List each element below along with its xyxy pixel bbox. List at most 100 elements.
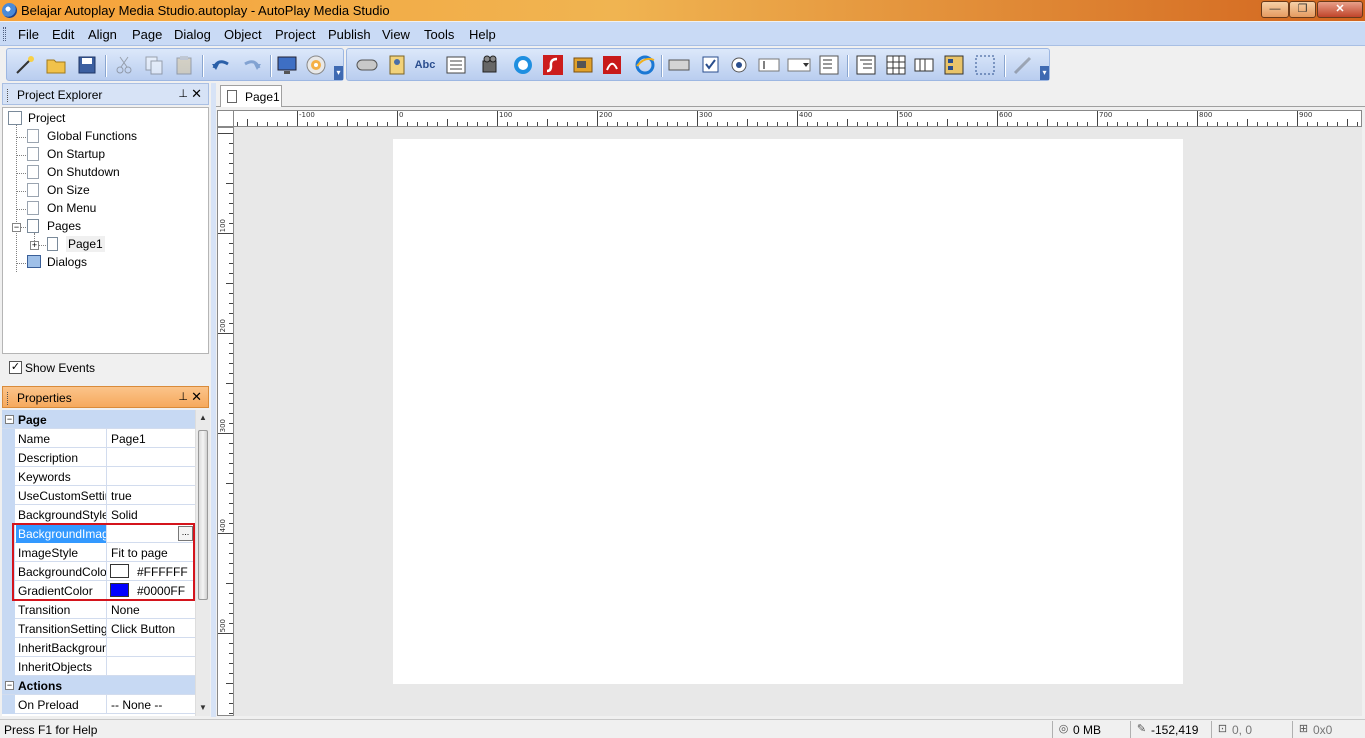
- progress-object-icon[interactable]: [912, 53, 936, 77]
- menu-object[interactable]: Object: [224, 27, 262, 42]
- menu-edit[interactable]: Edit: [52, 27, 74, 42]
- property-row-background-style[interactable]: BackgroundStyle Solid: [2, 505, 195, 524]
- scroll-thumb[interactable]: [198, 430, 208, 600]
- new-project-icon[interactable]: [13, 53, 37, 77]
- grid-object-icon[interactable]: [884, 53, 908, 77]
- ruler-tick: [229, 313, 233, 314]
- scroll-up-arrow-icon[interactable]: ▲: [196, 410, 210, 426]
- redo-icon[interactable]: [240, 53, 264, 77]
- property-row-name[interactable]: Name Page1: [2, 429, 195, 448]
- label-object-icon[interactable]: [385, 53, 409, 77]
- web-object-icon[interactable]: [633, 53, 657, 77]
- menu-publish[interactable]: Publish: [328, 27, 371, 42]
- property-row-inherit-objects[interactable]: InheritObjects: [2, 657, 195, 676]
- slideshow-object-icon[interactable]: [571, 53, 595, 77]
- button-object-icon[interactable]: [355, 53, 379, 77]
- cut-icon[interactable]: [112, 53, 136, 77]
- ruler-tick: [1287, 122, 1288, 126]
- paragraph-object-icon[interactable]: [444, 53, 468, 77]
- ruler-tick: [597, 111, 598, 126]
- tree-object-icon[interactable]: [854, 53, 878, 77]
- collapse-category-toggle[interactable]: −: [5, 681, 14, 690]
- tab-page1[interactable]: Page1: [220, 85, 282, 107]
- collapse-pages-toggle[interactable]: −: [12, 223, 21, 232]
- properties-header: Properties ⊥ ✕: [2, 386, 209, 408]
- ruler-tick: [229, 413, 233, 414]
- ruler-tick: [1127, 122, 1128, 126]
- category-page[interactable]: − Page: [2, 410, 195, 429]
- property-row-description[interactable]: Description: [2, 448, 195, 467]
- menu-file[interactable]: File: [18, 27, 39, 42]
- ruler-tick: [229, 423, 233, 424]
- color-swatch[interactable]: [110, 564, 129, 578]
- property-row-on-preload[interactable]: On Preload -- None --: [2, 695, 195, 714]
- expand-page1-toggle[interactable]: +: [30, 241, 39, 250]
- plugin-object-icon[interactable]: [1011, 53, 1035, 77]
- ruler-tick: [727, 122, 728, 126]
- radiobutton-object-icon[interactable]: [727, 53, 751, 77]
- paste-icon[interactable]: [172, 53, 196, 77]
- page-surface[interactable]: [393, 139, 1183, 684]
- copy-icon[interactable]: [142, 53, 166, 77]
- text-input-object-icon[interactable]: [757, 53, 781, 77]
- text-object-icon[interactable]: Abc: [413, 53, 437, 77]
- menu-page[interactable]: Page: [132, 27, 162, 42]
- property-row-keywords[interactable]: Keywords: [2, 467, 195, 486]
- ruler-tick: [229, 393, 233, 394]
- ruler-label: 300: [699, 111, 713, 119]
- close-panel-icon[interactable]: ✕: [191, 389, 202, 405]
- save-icon[interactable]: [75, 53, 99, 77]
- video-object-icon[interactable]: [479, 53, 503, 77]
- flash-object-icon[interactable]: [541, 53, 565, 77]
- property-row-background-image[interactable]: BackgroundImage ...: [2, 524, 195, 543]
- build-cd-icon[interactable]: [304, 53, 328, 77]
- ruler-tick: [257, 122, 258, 126]
- pin-icon[interactable]: ⊥: [178, 390, 188, 403]
- ruler-tick: [317, 122, 318, 126]
- input-object-icon[interactable]: [667, 53, 691, 77]
- combobox-object-icon[interactable]: [787, 53, 811, 77]
- toolbar-overflow-button[interactable]: ▾: [1040, 66, 1049, 80]
- checkbox-object-icon[interactable]: [699, 53, 723, 77]
- panel-splitter[interactable]: [211, 83, 216, 717]
- property-row-transition-settings[interactable]: TransitionSettings Click Button: [2, 619, 195, 638]
- pdf-object-icon[interactable]: [600, 53, 624, 77]
- ruler-tick: [327, 122, 328, 126]
- category-actions[interactable]: − Actions: [2, 676, 195, 695]
- minimize-button[interactable]: —: [1261, 1, 1289, 18]
- menu-help[interactable]: Help: [469, 27, 496, 42]
- property-row-background-color[interactable]: BackgroundColor #FFFFFF: [2, 562, 195, 581]
- ruler-tick: [567, 122, 568, 126]
- properties-scrollbar[interactable]: ▲ ▼: [195, 410, 210, 716]
- maximize-button[interactable]: ❐: [1289, 1, 1316, 18]
- preview-icon[interactable]: [275, 53, 299, 77]
- ruler-label: 500: [219, 619, 227, 633]
- close-panel-icon[interactable]: ✕: [191, 86, 202, 102]
- menu-dialog[interactable]: Dialog: [174, 27, 211, 42]
- property-row-transition[interactable]: Transition None: [2, 600, 195, 619]
- color-swatch[interactable]: [110, 583, 129, 597]
- tree-view-object-icon[interactable]: [942, 53, 966, 77]
- undo-icon[interactable]: [209, 53, 233, 77]
- browse-button[interactable]: ...: [178, 526, 193, 541]
- menu-project[interactable]: Project: [275, 27, 315, 42]
- scroll-down-arrow-icon[interactable]: ▼: [196, 700, 210, 716]
- close-button[interactable]: ✕: [1317, 1, 1363, 18]
- show-events-checkbox[interactable]: ✓: [9, 361, 22, 374]
- ruler-tick: [367, 122, 368, 126]
- collapse-category-toggle[interactable]: −: [5, 415, 14, 424]
- pin-icon[interactable]: ⊥: [178, 87, 188, 100]
- menu-view[interactable]: View: [382, 27, 410, 42]
- property-row-image-style[interactable]: ImageStyle Fit to page: [2, 543, 195, 562]
- property-row-gradient-color[interactable]: GradientColor #0000FF: [2, 581, 195, 600]
- property-row-use-custom-settings[interactable]: UseCustomSettings true: [2, 486, 195, 505]
- hotspot-object-icon[interactable]: [973, 53, 997, 77]
- ruler-tick: [229, 173, 233, 174]
- toolbar-overflow-button[interactable]: ▾: [334, 66, 343, 80]
- menu-tools[interactable]: Tools: [424, 27, 454, 42]
- listbox-object-icon[interactable]: [817, 53, 841, 77]
- quicktime-object-icon[interactable]: [511, 53, 535, 77]
- open-folder-icon[interactable]: [44, 53, 68, 77]
- menu-align[interactable]: Align: [88, 27, 117, 42]
- property-row-inherit-background[interactable]: InheritBackground: [2, 638, 195, 657]
